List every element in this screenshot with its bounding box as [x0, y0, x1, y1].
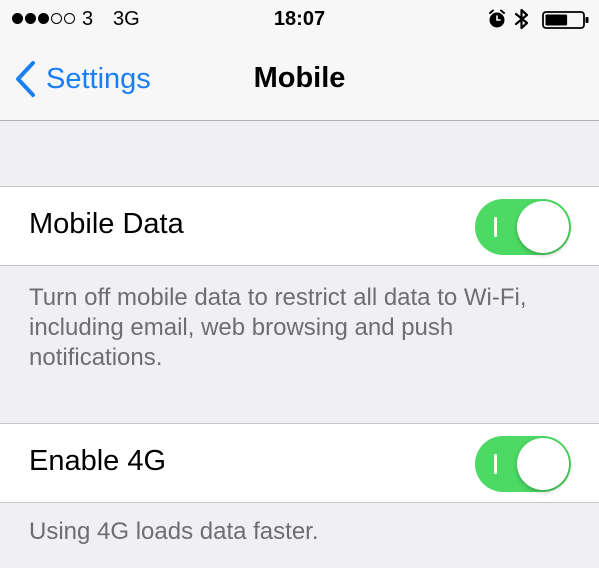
mobile-data-label: Mobile Data	[29, 208, 184, 240]
bluetooth-icon	[514, 8, 529, 30]
toggle-knob	[517, 201, 569, 253]
status-time: 18:07	[273, 8, 326, 30]
alarm-icon	[489, 9, 505, 28]
toggle-knob	[517, 438, 569, 490]
status-bar: 3 3G 18:07	[0, 0, 599, 38]
battery-level-fill	[545, 14, 568, 26]
enable-4g-cell: Enable 4G	[0, 423, 599, 503]
toggle-on-mark	[494, 454, 497, 474]
mobile-data-toggle[interactable]	[475, 199, 571, 255]
navigation-header: 3 3G 18:07 Settings Mobile	[0, 0, 599, 121]
toggle-on-mark	[494, 217, 497, 237]
enable-4g-toggle[interactable]	[475, 436, 571, 492]
battery-icon	[542, 11, 589, 29]
mobile-data-footer: Turn off mobile data to restrict all dat…	[29, 284, 527, 371]
page-title: Mobile	[253, 62, 346, 94]
enable-4g-footer: Using 4G loads data faster.	[29, 518, 319, 545]
enable-4g-label: Enable 4G	[29, 445, 167, 477]
mobile-data-cell: Mobile Data	[0, 186, 599, 266]
